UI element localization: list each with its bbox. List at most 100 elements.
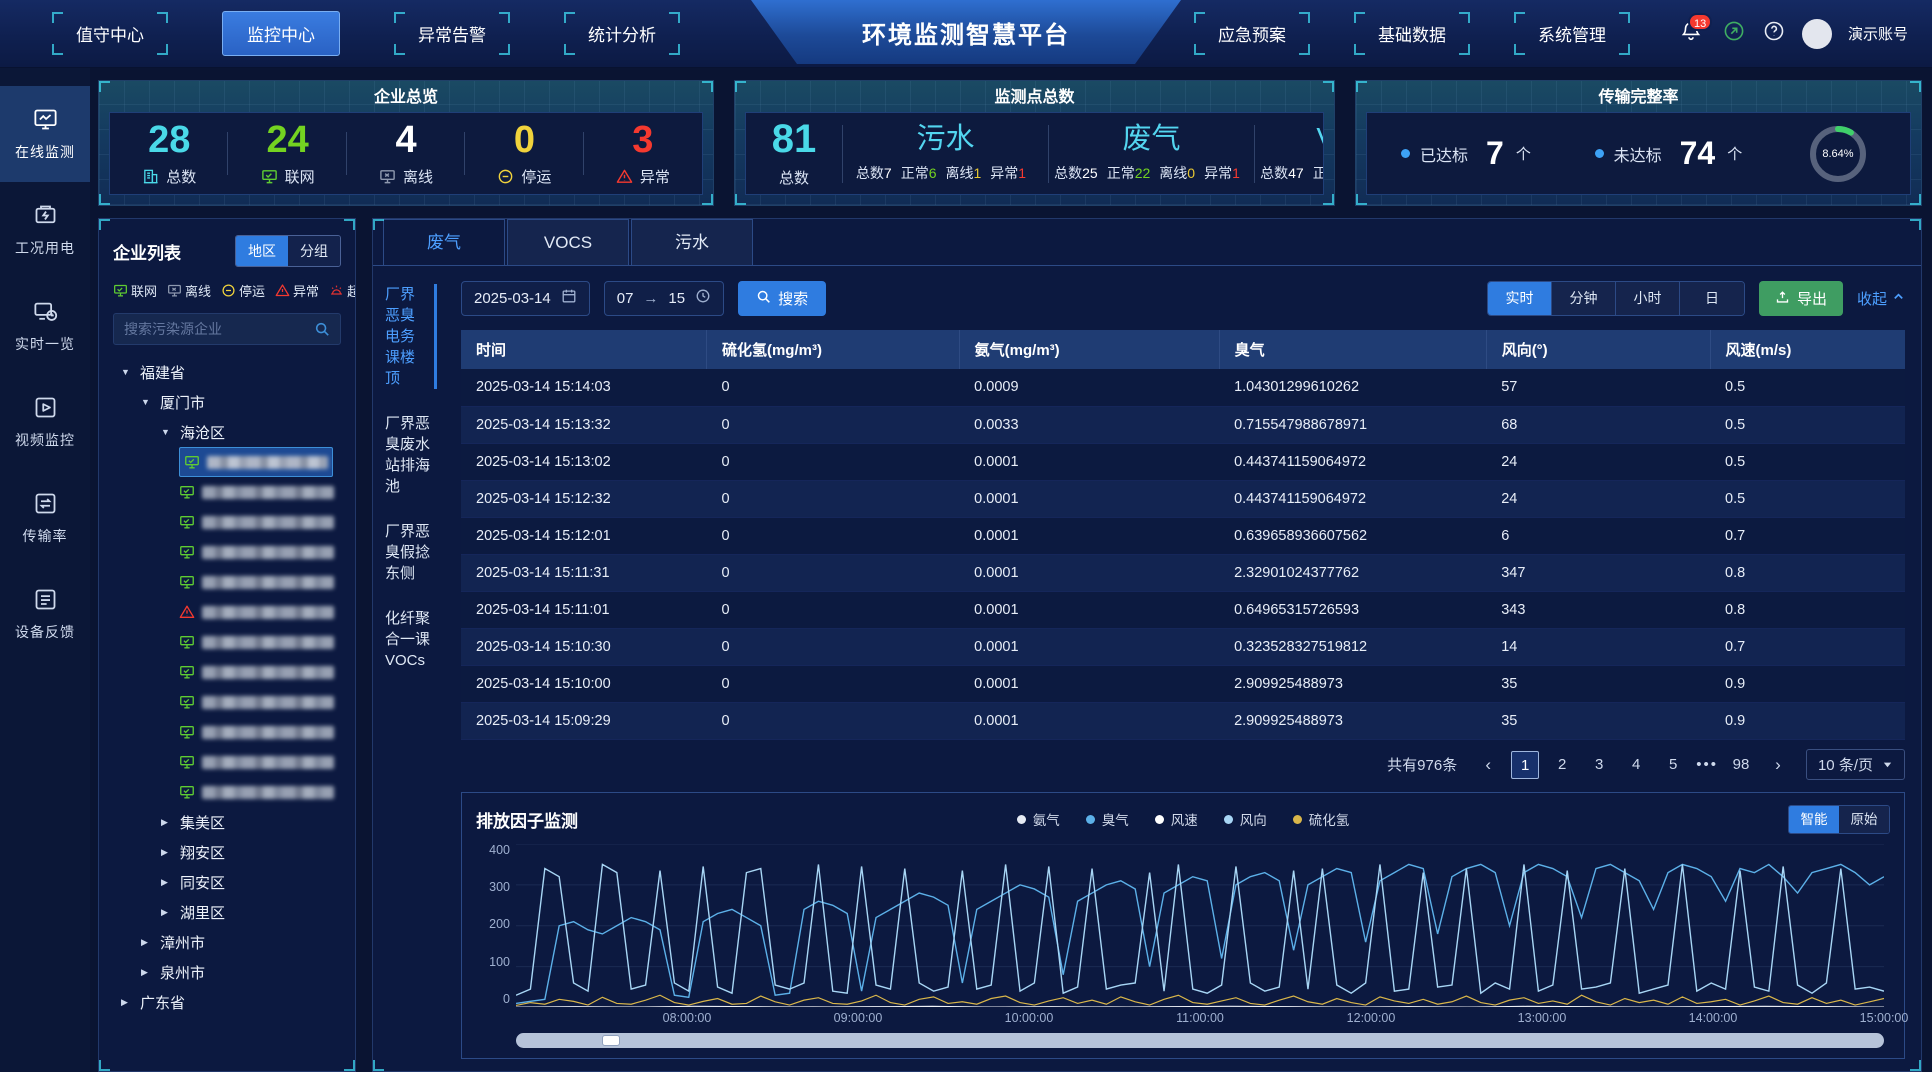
column-header: 时间 xyxy=(461,330,706,369)
topnav-item[interactable]: 应急预案 xyxy=(1194,12,1310,55)
tree-region-湖里区[interactable]: ▶湖里区 xyxy=(113,897,341,927)
chart-header: 排放因子监测 氨气 臭气 风速 风向 硫化氢 智能原始 xyxy=(476,805,1890,834)
tree-region-泉州市[interactable]: ▶泉州市 xyxy=(113,957,341,987)
legend-item: 联网 xyxy=(113,281,157,300)
tree-region-同安区[interactable]: ▶同安区 xyxy=(113,867,341,897)
sidebar-item-transmission-rate[interactable]: 传输率 xyxy=(0,470,90,566)
granularity-实时[interactable]: 实时 xyxy=(1488,282,1552,315)
company-item[interactable] xyxy=(179,447,333,477)
pause-circle-icon xyxy=(497,168,514,185)
export-button[interactable]: 导出 xyxy=(1759,281,1843,316)
notifications-button[interactable]: 13 xyxy=(1680,21,1706,47)
topnav-item[interactable]: 异常告警 xyxy=(394,12,510,55)
caret-down-icon: ▼ xyxy=(121,367,131,377)
sidebar-item-label: 工况用电 xyxy=(15,238,75,258)
toggle-地区[interactable]: 地区 xyxy=(236,236,288,266)
monitor-online-icon xyxy=(113,283,128,298)
legend-item-硫化氢[interactable]: 硫化氢 xyxy=(1293,809,1350,829)
page-button[interactable]: 3 xyxy=(1585,751,1613,779)
company-item[interactable] xyxy=(179,777,341,807)
company-item[interactable] xyxy=(179,747,341,777)
station-item[interactable]: 化纤聚合一课VOCs xyxy=(385,608,437,671)
tree-region-广东省[interactable]: ▶广东省 xyxy=(113,987,341,1017)
page-button[interactable]: 1 xyxy=(1511,751,1539,779)
company-item[interactable] xyxy=(179,597,341,627)
tab-废气[interactable]: 废气 xyxy=(383,219,505,265)
help-button[interactable] xyxy=(1762,22,1786,46)
company-item[interactable] xyxy=(179,717,341,747)
tree-region-翔安区[interactable]: ▶翔安区 xyxy=(113,837,341,867)
date-picker[interactable]: 2025-03-14 xyxy=(461,281,590,316)
tree-region-厦门市[interactable]: ▼厦门市 xyxy=(113,387,341,417)
transmission-stats: 已达标 7 个 未达标 74 个 xyxy=(1366,112,1911,195)
region-label: 海沧区 xyxy=(180,422,225,443)
page-size-select[interactable]: 10 条/页 xyxy=(1806,749,1905,780)
chart-title: 排放因子监测 xyxy=(476,807,578,832)
page-button[interactable]: 5 xyxy=(1659,751,1687,779)
collapse-button[interactable]: 收起 xyxy=(1857,288,1905,309)
company-item[interactable] xyxy=(179,567,341,597)
tab-污水[interactable]: 污水 xyxy=(631,219,753,265)
legend-item-风速[interactable]: 风速 xyxy=(1155,809,1198,829)
granularity-小时[interactable]: 小时 xyxy=(1616,282,1680,315)
table-header: 时间硫化氢(mg/m³)氨气(mg/m³)臭气风向(°)风速(m/s) xyxy=(461,330,1905,369)
tree-region-海沧区[interactable]: ▼海沧区 xyxy=(113,417,341,447)
tab-VOCS[interactable]: VOCS xyxy=(507,219,629,265)
account-name[interactable]: 演示账号 xyxy=(1848,23,1908,44)
legend-item-氨气[interactable]: 氨气 xyxy=(1017,809,1060,829)
x-tick-label: 13:00:00 xyxy=(1518,1011,1567,1025)
sidebar-item-device-feedback[interactable]: 设备反馈 xyxy=(0,566,90,662)
tree-region-漳州市[interactable]: ▶漳州市 xyxy=(113,927,341,957)
chart-scrollbar[interactable] xyxy=(516,1033,1884,1048)
company-item[interactable] xyxy=(179,687,341,717)
tree-region-福建省[interactable]: ▼福建省 xyxy=(113,357,341,387)
topnav-item[interactable]: 基础数据 xyxy=(1354,12,1470,55)
table-cell: 2.909925488973 xyxy=(1219,702,1486,739)
company-item[interactable] xyxy=(179,477,341,507)
time-range-picker[interactable]: 07 → 15 xyxy=(604,281,724,316)
company-item[interactable] xyxy=(179,537,341,567)
station-item[interactable]: 厂界恶臭假捻东侧 xyxy=(385,521,437,584)
connection-status-button[interactable] xyxy=(1722,22,1746,46)
sidebar-item-label: 传输率 xyxy=(23,526,68,546)
table-cell: 0.0001 xyxy=(959,554,1219,591)
chart-mode-原始[interactable]: 原始 xyxy=(1839,806,1889,833)
avatar[interactable] xyxy=(1802,19,1832,49)
chart-mode-智能[interactable]: 智能 xyxy=(1789,806,1839,833)
caret-right-icon: ▶ xyxy=(161,907,171,918)
next-page-button[interactable]: › xyxy=(1764,751,1792,779)
company-item[interactable] xyxy=(179,507,341,537)
company-item[interactable] xyxy=(179,657,341,687)
page-button[interactable]: 2 xyxy=(1548,751,1576,779)
legend-item-风向[interactable]: 风向 xyxy=(1224,809,1267,829)
prev-page-button[interactable]: ‹ xyxy=(1474,751,1502,779)
search-input[interactable] xyxy=(124,321,306,337)
scrollbar-handle[interactable] xyxy=(602,1035,620,1046)
legend-item-臭气[interactable]: 臭气 xyxy=(1086,809,1129,829)
sidebar-item-realtime-overview[interactable]: 实时一览 xyxy=(0,278,90,374)
topnav-item[interactable]: 监控中心 xyxy=(222,11,340,56)
toggle-分组[interactable]: 分组 xyxy=(288,236,340,266)
page-button[interactable]: 98 xyxy=(1727,751,1755,779)
station-item[interactable]: 厂界恶臭废水站排海池 xyxy=(385,413,437,497)
topnav-item[interactable]: 值守中心 xyxy=(52,12,168,55)
search-button[interactable]: 搜索 xyxy=(738,281,826,316)
point-group-name: VOCS xyxy=(1316,125,1324,154)
company-item[interactable] xyxy=(179,627,341,657)
station-item[interactable]: 厂界恶臭电务课楼顶 xyxy=(385,284,437,389)
points-total-label: 总数 xyxy=(779,167,809,188)
table-cell: 6 xyxy=(1486,517,1710,554)
table-row: 2025-03-14 15:11:0100.00010.649653157265… xyxy=(461,591,1905,628)
granularity-分钟[interactable]: 分钟 xyxy=(1552,282,1616,315)
page-button[interactable]: 4 xyxy=(1622,751,1650,779)
topnav-item[interactable]: 统计分析 xyxy=(564,12,680,55)
sidebar-item-video-surveillance[interactable]: 视频监控 xyxy=(0,374,90,470)
granularity-日[interactable]: 日 xyxy=(1680,282,1744,315)
topnav-item[interactable]: 系统管理 xyxy=(1514,12,1630,55)
search-icon[interactable] xyxy=(314,321,330,337)
region-label: 集美区 xyxy=(180,812,225,833)
tree-region-集美区[interactable]: ▶集美区 xyxy=(113,807,341,837)
sidebar-item-online-monitoring[interactable]: 在线监测 xyxy=(0,86,90,182)
search-icon xyxy=(756,289,771,308)
sidebar-item-power-usage[interactable]: 工况用电 xyxy=(0,182,90,278)
